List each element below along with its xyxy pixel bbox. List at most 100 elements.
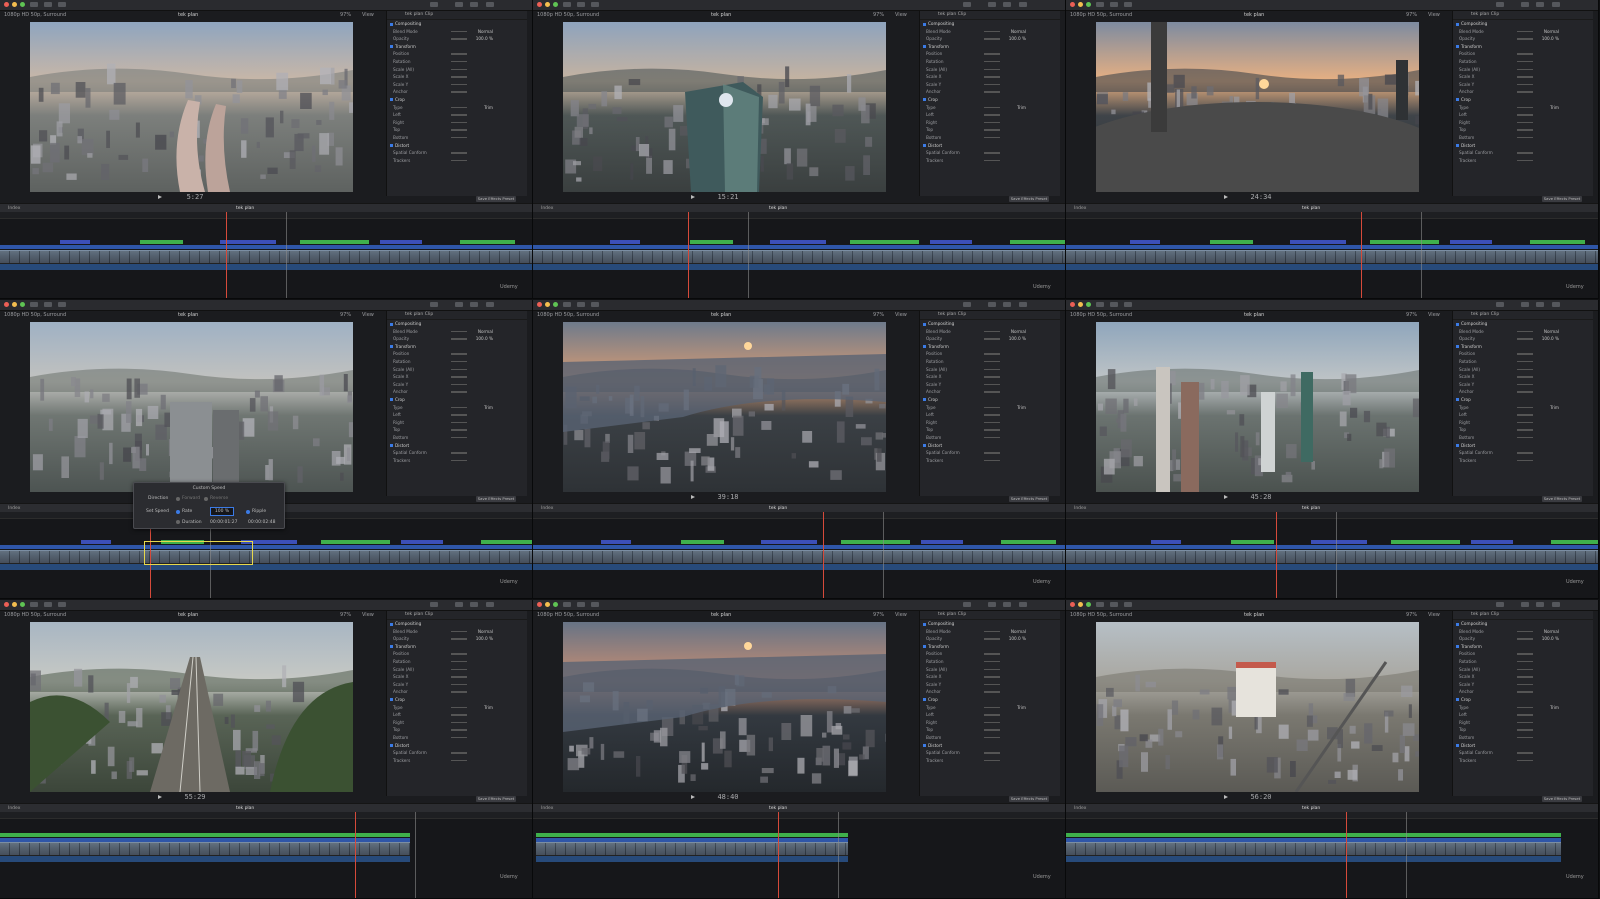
view-menu[interactable]: View — [895, 311, 907, 320]
param-slider[interactable] — [1517, 406, 1533, 409]
param-slider[interactable] — [984, 638, 1000, 640]
inspector-toggle-icon[interactable] — [1552, 2, 1560, 7]
inspector-section-transform[interactable]: Transform — [387, 343, 527, 351]
rate-radio[interactable] — [176, 509, 180, 514]
param-slider[interactable] — [451, 376, 467, 378]
viewer[interactable] — [1096, 22, 1419, 192]
title-clip[interactable] — [321, 540, 390, 544]
param-slider[interactable] — [984, 360, 1000, 363]
section-toggle-icon[interactable] — [1456, 444, 1459, 447]
key-icon[interactable] — [1110, 2, 1118, 7]
key-icon[interactable] — [577, 602, 585, 607]
title-clip[interactable] — [761, 540, 817, 544]
param-value[interactable]: Trim — [484, 404, 493, 412]
import-icon[interactable] — [30, 302, 38, 307]
timeline-ruler[interactable] — [533, 512, 1065, 519]
section-toggle-icon[interactable] — [1456, 345, 1459, 349]
param-slider[interactable] — [1517, 376, 1533, 378]
inspector-section-transform[interactable]: Transform — [1453, 343, 1593, 351]
title-clip[interactable] — [0, 833, 410, 837]
param-slider[interactable] — [1517, 68, 1533, 71]
param-slider[interactable] — [984, 729, 1000, 731]
library-toggle-icon[interactable] — [1496, 302, 1504, 307]
param-slider[interactable] — [451, 459, 467, 462]
inspector-section-transform[interactable]: Transform — [920, 343, 1060, 351]
inspector-section-crop[interactable]: Crop — [920, 396, 1060, 404]
param-slider[interactable] — [1517, 60, 1533, 63]
viewer-zoom[interactable]: 97% — [873, 11, 884, 20]
param-slider[interactable] — [451, 360, 467, 363]
viewer-zoom[interactable]: 97% — [1406, 11, 1417, 20]
param-slider[interactable] — [1517, 721, 1533, 724]
param-slider[interactable] — [984, 660, 1000, 663]
save-effects-preset-button[interactable]: Save Effects Preset — [476, 796, 516, 802]
param-slider[interactable] — [451, 76, 467, 78]
viewer[interactable] — [30, 22, 353, 192]
audio-clip-strip[interactable] — [1066, 856, 1561, 862]
timeline-ruler[interactable] — [1066, 512, 1598, 519]
view-menu[interactable]: View — [362, 611, 374, 620]
param-slider[interactable] — [1517, 136, 1533, 139]
share-icon[interactable] — [591, 2, 599, 7]
param-slider[interactable] — [984, 53, 1000, 55]
section-toggle-icon[interactable] — [923, 345, 926, 349]
param-slider[interactable] — [1517, 30, 1533, 33]
zoom-icon[interactable] — [20, 302, 25, 307]
video-clip-strip[interactable] — [0, 550, 532, 564]
section-toggle-icon[interactable] — [1456, 322, 1459, 326]
param-slider[interactable] — [451, 714, 467, 716]
viewer[interactable] — [30, 622, 353, 792]
section-toggle-icon[interactable] — [390, 444, 393, 447]
inspector-section-compositing[interactable]: Compositing — [1453, 20, 1593, 28]
clip-name-bar[interactable] — [0, 245, 532, 249]
param-slider[interactable] — [1517, 106, 1533, 109]
browser-toggle-icon[interactable] — [455, 302, 463, 307]
param-slider[interactable] — [984, 759, 1000, 762]
audio-clip-strip[interactable] — [1066, 264, 1598, 270]
clip-name-bar[interactable] — [533, 545, 1065, 549]
audio-clip-strip[interactable] — [533, 264, 1065, 270]
param-slider[interactable] — [1517, 330, 1533, 333]
playhead[interactable] — [688, 212, 689, 298]
playhead[interactable] — [1346, 812, 1347, 898]
inspector-section-transform[interactable]: Transform — [387, 643, 527, 651]
share-icon[interactable] — [1124, 2, 1132, 7]
param-slider[interactable] — [1517, 91, 1533, 93]
param-slider[interactable] — [451, 383, 467, 386]
param-slider[interactable] — [451, 721, 467, 724]
param-slider[interactable] — [451, 129, 467, 131]
inspector-section-compositing[interactable]: Compositing — [920, 320, 1060, 328]
minimize-icon[interactable] — [1078, 302, 1083, 307]
param-slider[interactable] — [1517, 683, 1533, 686]
minimize-icon[interactable] — [12, 302, 17, 307]
minimize-icon[interactable] — [545, 302, 550, 307]
browser-toggle-icon[interactable] — [988, 302, 996, 307]
import-icon[interactable] — [563, 302, 571, 307]
param-slider[interactable] — [984, 121, 1000, 124]
key-icon[interactable] — [44, 602, 52, 607]
key-icon[interactable] — [44, 2, 52, 7]
param-slider[interactable] — [984, 338, 1000, 340]
window-controls[interactable] — [1070, 602, 1091, 607]
param-slider[interactable] — [984, 159, 1000, 162]
timeline-toggle-icon[interactable] — [1536, 302, 1544, 307]
param-value[interactable]: Trim — [1017, 104, 1026, 112]
viewer-zoom[interactable]: 97% — [873, 611, 884, 620]
param-slider[interactable] — [1517, 630, 1533, 633]
param-slider[interactable] — [451, 406, 467, 409]
param-slider[interactable] — [451, 736, 467, 739]
close-icon[interactable] — [537, 602, 542, 607]
audio-clip-strip[interactable] — [0, 856, 410, 862]
save-effects-preset-button[interactable]: Save Effects Preset — [476, 196, 516, 202]
param-value[interactable]: 100.0 % — [1009, 35, 1026, 43]
title-clip[interactable] — [681, 540, 724, 544]
title-clip[interactable] — [300, 240, 369, 244]
inspector-section-crop[interactable]: Crop — [1453, 696, 1593, 704]
param-slider[interactable] — [984, 38, 1000, 40]
title-clip[interactable] — [1530, 240, 1585, 244]
save-effects-preset-button[interactable]: Save Effects Preset — [1009, 496, 1049, 502]
param-slider[interactable] — [1517, 383, 1533, 386]
save-effects-preset-button[interactable]: Save Effects Preset — [1542, 796, 1582, 802]
param-slider[interactable] — [1517, 452, 1533, 454]
section-toggle-icon[interactable] — [923, 444, 926, 447]
